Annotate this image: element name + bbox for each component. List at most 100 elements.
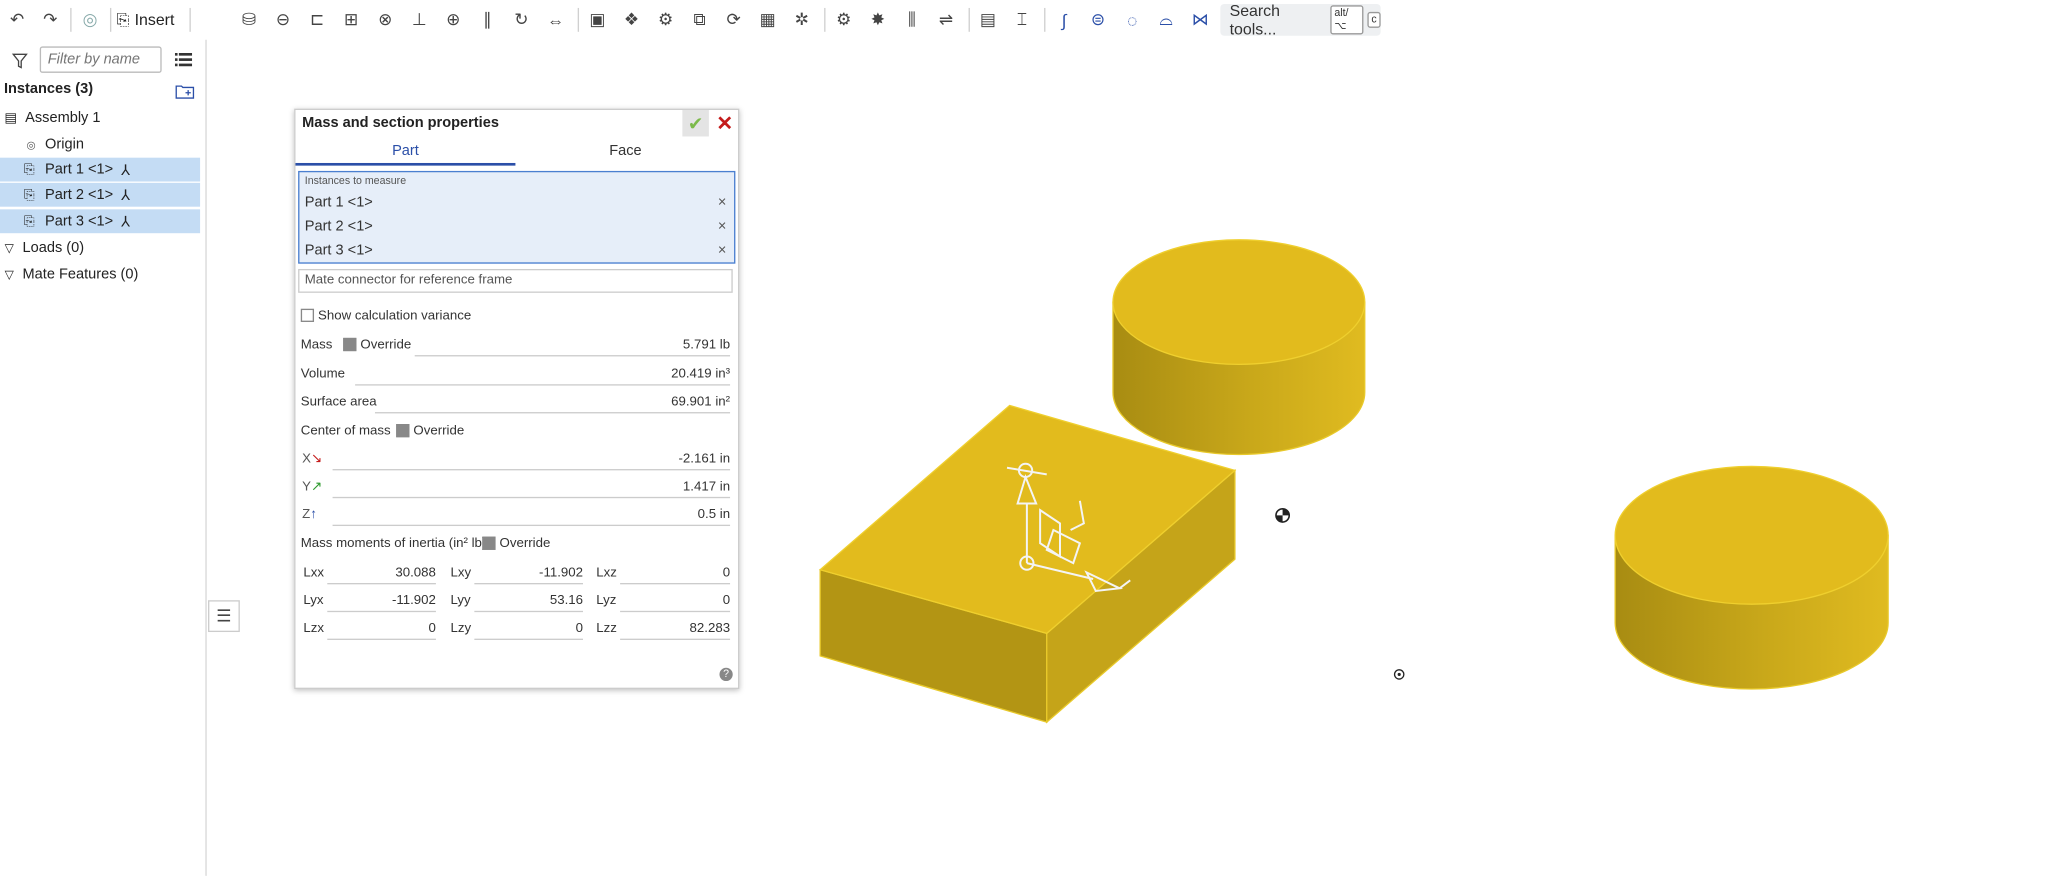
explode-icon[interactable]: ✲	[789, 7, 816, 34]
tree-item-assembly[interactable]: ▤ Assembly 1	[0, 106, 200, 130]
instance-label: Part 2 <1>	[304, 217, 373, 234]
redo-icon[interactable]: ↷	[37, 7, 64, 34]
slider-mate-icon[interactable]: ⊏	[304, 7, 331, 34]
ball-mate-icon[interactable]: ⊕	[440, 7, 467, 34]
close-button[interactable]: ✕	[712, 110, 739, 137]
measure-icon[interactable]: ⌶	[1009, 7, 1036, 34]
width-mate-icon[interactable]: ⇔	[542, 7, 569, 34]
feature-list-toggle-icon[interactable]: ☰	[208, 600, 240, 633]
filter-by-name-input[interactable]	[39, 46, 162, 73]
screw-relation-icon[interactable]: ⫼	[899, 7, 926, 34]
mate-connector-icon[interactable]: ◎	[77, 7, 104, 34]
pin-slot-mate-icon[interactable]: ⊥	[406, 7, 433, 34]
new-folder-icon[interactable]	[175, 83, 195, 99]
checkbox[interactable]	[396, 424, 410, 438]
chevron-down-icon[interactable]: ▽	[0, 267, 19, 282]
shortcut-key: c	[1367, 11, 1381, 28]
instances-to-measure-list[interactable]: Instances to measure Part 1 <1> × Part 2…	[298, 170, 736, 264]
remove-icon[interactable]: ×	[710, 218, 734, 234]
group-icon[interactable]: ▣	[584, 7, 611, 34]
planar-mate-icon[interactable]: ⊞	[338, 7, 365, 34]
insert-button[interactable]: ⎘ Insert	[117, 8, 175, 32]
part-icon: ⎘	[23, 187, 35, 203]
list-item[interactable]: Part 2 <1> ×	[299, 215, 734, 238]
mate-features-icon[interactable]: ⚙	[652, 7, 679, 34]
tree-item-label: Assembly 1	[25, 109, 101, 126]
routing-curve-icon[interactable]: ∫	[1051, 7, 1078, 34]
linear-relation-icon[interactable]: ⇌	[933, 7, 960, 34]
part-block[interactable]	[818, 404, 1237, 724]
moi-override-checkbox[interactable]: Override	[482, 536, 551, 552]
tree-item-mate-features[interactable]: ▽ Mate Features (0)	[0, 262, 200, 286]
linear-pattern-icon[interactable]: ⧉	[686, 7, 713, 34]
search-tools-label: Search tools...	[1229, 1, 1280, 39]
gear-relation-icon[interactable]: ⚙	[831, 7, 858, 34]
loop-icon[interactable]: ⊜	[1085, 7, 1112, 34]
center-of-mass-icon	[1275, 508, 1291, 523]
cylindrical-mate-icon[interactable]: ⊗	[372, 7, 399, 34]
rack-pinion-icon[interactable]: ✸	[865, 7, 892, 34]
axis-letter: Z	[302, 507, 311, 523]
tree-item-origin[interactable]: ◎ Origin	[0, 133, 200, 157]
moi-key: Lzx	[303, 621, 325, 636]
remove-icon[interactable]: ×	[710, 242, 734, 258]
pattern-icon[interactable]: ▦	[755, 7, 782, 34]
instances-header[interactable]: Instances (3)	[4, 81, 93, 97]
insert-icon: ⎘	[116, 9, 130, 29]
cam-icon[interactable]: ⌓	[1153, 7, 1180, 34]
tree-item-loads[interactable]: ▽ Loads (0)	[0, 236, 200, 260]
remove-icon[interactable]: ×	[710, 194, 734, 210]
toolbar-divider	[968, 7, 970, 32]
mass-override-checkbox[interactable]: Override	[343, 338, 411, 352]
ring-icon[interactable]: ◌	[1119, 7, 1146, 34]
tree-item-part-3[interactable]: ⎘ Part 3 <1> ⅄	[0, 209, 201, 234]
tree-item-part-1[interactable]: ⎘ Part 1 <1> ⅄	[0, 157, 201, 182]
fixed-icon: ⅄	[121, 213, 130, 230]
checkbox[interactable]	[482, 537, 496, 551]
chevron-down-icon[interactable]: ▽	[0, 240, 19, 255]
moi-value: -11.902	[327, 591, 436, 613]
search-tools-button[interactable]: Search tools... alt/⌥ c	[1220, 1, 1381, 39]
checkbox[interactable]	[300, 309, 315, 323]
com-x-value: -2.161 in	[332, 449, 731, 471]
mass-label: Mass	[300, 337, 333, 353]
tab-face[interactable]: Face	[515, 139, 735, 163]
list-item[interactable]: Part 1 <1> ×	[299, 191, 734, 214]
replicate-icon[interactable]: ❖	[618, 7, 645, 34]
tangent-mate-icon[interactable]: ↻	[508, 7, 534, 34]
mate-connector-field[interactable]: Mate connector for reference frame	[298, 268, 733, 293]
moi-key: Lyy	[450, 593, 471, 609]
close-icon: ✕	[716, 112, 734, 136]
parallel-mate-icon[interactable]: ∥	[474, 7, 501, 34]
instance-label: Part 1 <1>	[304, 194, 373, 211]
tab-part[interactable]: Part	[295, 139, 516, 166]
checkbox[interactable]	[343, 338, 357, 352]
accept-button[interactable]: ✔	[682, 109, 709, 137]
part-cylinder-2[interactable]	[1614, 465, 1889, 690]
revolute-mate-icon[interactable]: ⊖	[270, 7, 297, 34]
list-item[interactable]: Part 3 <1> ×	[299, 239, 734, 262]
graphics-viewport[interactable]	[742, 40, 2067, 876]
toolbar-divider	[1044, 7, 1046, 32]
mirror-icon[interactable]: ⋈	[1187, 7, 1214, 34]
part-cylinder-1[interactable]	[1112, 239, 1366, 456]
filter-icon[interactable]	[11, 53, 28, 69]
tree-item-label: Part 3 <1>	[45, 213, 114, 230]
list-view-icon[interactable]	[174, 52, 193, 68]
fastened-mate-icon[interactable]: ⛁	[236, 7, 263, 34]
section-view-icon[interactable]: ▤	[975, 7, 1002, 34]
instances-caption: Instances to measure	[304, 174, 407, 187]
part-icon: ⎘	[23, 162, 35, 177]
help-icon[interactable]: ?	[719, 667, 733, 682]
circular-pattern-icon[interactable]: ⟳	[721, 7, 748, 34]
undo-icon[interactable]: ↶	[4, 7, 31, 34]
tree-item-label: Mate Features (0)	[22, 266, 139, 283]
com-override-checkbox[interactable]: Override	[396, 424, 464, 439]
tree-item-part-2[interactable]: ⎘ Part 2 <1> ⅄	[0, 182, 201, 207]
com-z-axis: Z↑	[302, 507, 317, 522]
mass-value: 5.791 lb	[414, 335, 731, 357]
override-label: Override	[499, 536, 551, 552]
show-variance-checkbox[interactable]: Show calculation variance	[300, 309, 471, 323]
moi-value: 0	[327, 619, 436, 640]
filter-row	[8, 46, 200, 75]
